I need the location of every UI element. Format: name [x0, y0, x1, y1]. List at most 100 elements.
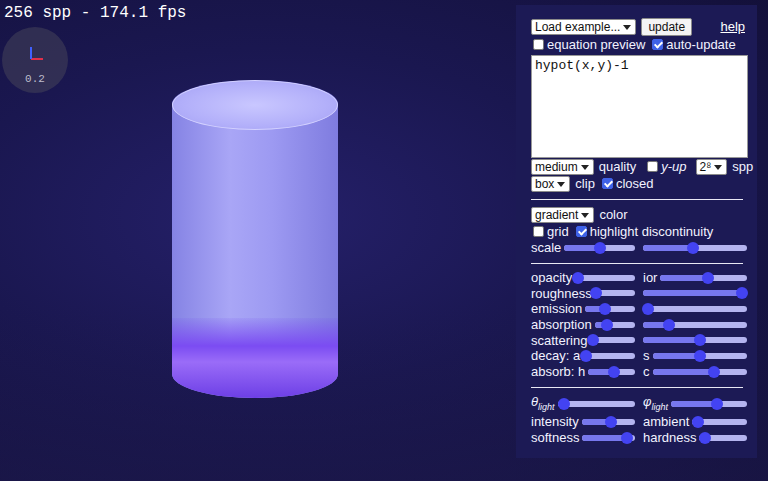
options-row: equation preview auto-update: [531, 36, 747, 53]
slider[interactable]: [643, 306, 747, 312]
display-checkbox[interactable]: grid: [531, 224, 569, 239]
light-row: θlight φlight: [531, 394, 747, 415]
slider[interactable]: [590, 337, 635, 343]
glass-base: [172, 318, 338, 398]
spp-label: spp: [732, 159, 753, 174]
light-row: softness hardness: [531, 430, 747, 446]
display-checkbox[interactable]: highlight discontinuity: [574, 224, 714, 239]
slider-group: absorption: [531, 317, 635, 332]
slider-label: roughness: [531, 286, 592, 301]
color-label: color: [599, 207, 627, 222]
option-checkbox[interactable]: equation preview: [531, 37, 645, 52]
slider[interactable]: [564, 245, 635, 251]
slider-group: opacity: [531, 270, 635, 285]
glass-top: [172, 80, 338, 130]
control-panel: Load example... update help equation previe…: [516, 5, 757, 458]
slider-group: decay: a: [531, 348, 635, 363]
scale-row: scale: [531, 240, 747, 256]
slider[interactable]: [582, 435, 635, 441]
slider-group: softness: [531, 430, 635, 445]
slider[interactable]: [585, 306, 635, 312]
example-select[interactable]: Load example...: [531, 19, 636, 35]
yup-checkbox[interactable]: y-up: [645, 159, 686, 174]
slider-label: emission: [531, 301, 582, 316]
material-row: absorb: h c: [531, 364, 747, 380]
checkbox-box[interactable]: [602, 178, 613, 189]
axes-icon: [27, 43, 47, 63]
slider-group: [643, 245, 747, 251]
slider-label: s: [643, 348, 650, 363]
slider[interactable]: [558, 401, 635, 407]
slider-group: [643, 337, 747, 343]
slider[interactable]: [583, 353, 635, 359]
slider-label: opacity: [531, 270, 572, 285]
spp-select[interactable]: 2⁸: [696, 159, 728, 175]
slider-group: [643, 306, 747, 312]
checkbox-box[interactable]: [652, 39, 663, 50]
slider[interactable]: [582, 419, 635, 425]
slider[interactable]: [643, 337, 747, 343]
checkbox-box[interactable]: [533, 226, 544, 237]
slider-label: φlight: [643, 394, 668, 415]
quality-row: mediumqualityy-up2⁸spp: [531, 158, 747, 175]
slider-label: softness: [531, 430, 579, 445]
slider-label: c: [643, 364, 650, 379]
slider[interactable]: [653, 369, 748, 375]
slider-group: θlight: [531, 394, 635, 415]
separator: [531, 199, 743, 200]
slider[interactable]: [595, 290, 635, 296]
slider-label: intensity: [531, 414, 579, 429]
quality-select[interactable]: medium: [531, 159, 594, 175]
slider[interactable]: [588, 369, 635, 375]
slider-group: absorb: h: [531, 364, 635, 379]
slider[interactable]: [660, 275, 747, 281]
material-row: absorption: [531, 317, 747, 333]
slider-group: roughness: [531, 286, 635, 301]
material-row: decay: a s: [531, 348, 747, 364]
light-row: intensityambient: [531, 414, 747, 430]
slider-group: intensity: [531, 414, 635, 429]
material-row: roughness: [531, 285, 747, 301]
checkbox-box[interactable]: [647, 161, 658, 172]
slider[interactable]: [643, 290, 747, 296]
slider-label: scale: [531, 240, 561, 255]
closed-checkbox[interactable]: closed: [600, 176, 654, 191]
material-row: scattering: [531, 332, 747, 348]
axis-gizmo[interactable]: 0.2: [2, 27, 68, 93]
material-row: emission: [531, 301, 747, 317]
slider-label: decay: a: [531, 348, 580, 363]
slider-group: scale: [531, 240, 635, 255]
checkbox-box[interactable]: [533, 39, 544, 50]
equation-editor[interactable]: hypot(x,y)-1: [531, 55, 748, 158]
slider[interactable]: [643, 322, 747, 328]
clip-select[interactable]: box: [531, 176, 570, 192]
slider-group: φlight: [643, 394, 747, 415]
slider[interactable]: [671, 401, 747, 407]
glass-cylinder: [172, 80, 338, 398]
slider[interactable]: [595, 322, 635, 328]
update-button[interactable]: update: [641, 18, 692, 36]
option-checkbox[interactable]: auto-update: [650, 37, 735, 52]
separator: [531, 263, 743, 264]
color-select[interactable]: gradient: [531, 207, 594, 223]
app-root: 256 spp - 174.1 fps0.2Load example...upd…: [0, 0, 768, 481]
slider[interactable]: [653, 353, 748, 359]
display-row: grid highlight discontinuity: [531, 223, 747, 240]
slider-label: absorb: h: [531, 364, 585, 379]
slider[interactable]: [575, 275, 635, 281]
slider-label: θlight: [531, 394, 555, 415]
clip-label: clip: [575, 176, 595, 191]
slider-group: s: [643, 348, 747, 363]
help-link[interactable]: help: [720, 19, 745, 34]
slider-group: hardness: [643, 430, 747, 445]
slider[interactable]: [692, 419, 747, 425]
slider-group: [643, 290, 747, 296]
slider[interactable]: [643, 245, 747, 251]
material-row: opacity ior: [531, 270, 747, 286]
quality-label: quality: [599, 159, 637, 174]
color-row: gradient color: [531, 206, 747, 223]
slider-group: ior: [643, 270, 747, 285]
checkbox-box[interactable]: [576, 226, 587, 237]
slider-label: ior: [643, 270, 657, 285]
slider[interactable]: [699, 435, 747, 441]
